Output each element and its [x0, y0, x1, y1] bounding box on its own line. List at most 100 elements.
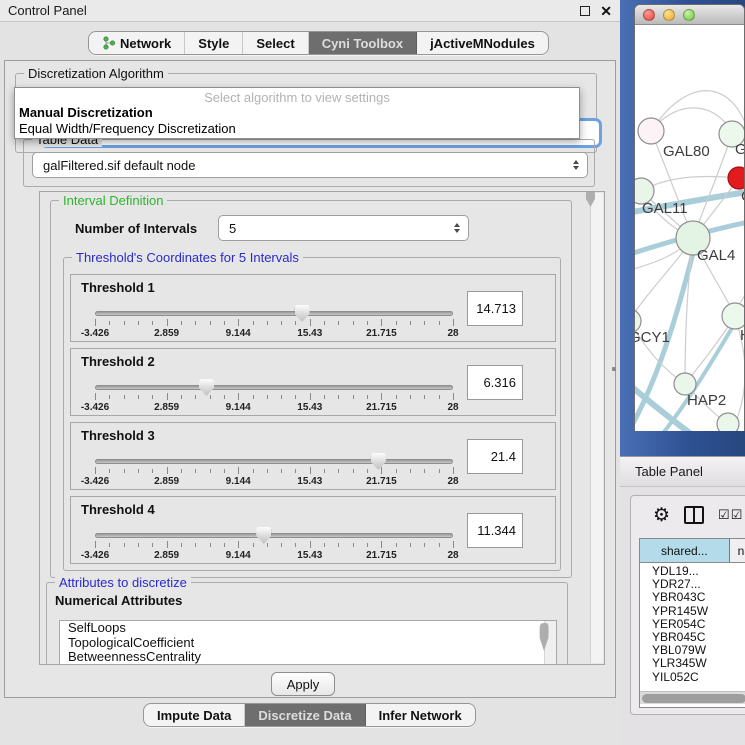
network-graph-canvas[interactable]: GAL80GACGAL11GAL4GCY1HHAP2: [635, 25, 745, 431]
cell-shared-name: YPR145W: [640, 604, 736, 617]
threshold-slider[interactable]: -3.4262.8599.14415.4321.71528: [95, 382, 453, 408]
attributes-group-title: Attributes to discretize: [55, 575, 191, 590]
slider-ticks: [95, 319, 453, 327]
table-data-combobox[interactable]: galFiltered.sif default node: [32, 152, 588, 178]
slider-tick-labels: -3.4262.8599.14415.4321.71528: [95, 402, 453, 414]
slider-ticks: [95, 393, 453, 401]
mac-zoom-icon[interactable]: [683, 9, 695, 21]
cell-name: YIL0: [736, 670, 745, 683]
tab-network[interactable]: Network: [89, 32, 185, 54]
thresholds-coordinates-group-title: Threshold's Coordinates for 5 Intervals: [72, 250, 303, 265]
float-window-icon[interactable]: [580, 6, 590, 16]
tab-select[interactable]: Select: [243, 32, 308, 54]
network-node[interactable]: [728, 167, 745, 189]
tab-infer-network[interactable]: Infer Network: [366, 704, 475, 726]
tab-jactivemnodules[interactable]: jActiveMNodules: [417, 32, 548, 54]
table-row[interactable]: YBR045CYBR0: [640, 630, 745, 643]
table-row[interactable]: YER054CYER0: [640, 617, 745, 630]
table-panel-toolbar: ⚙ ☑☑: [631, 496, 745, 534]
tick-label: 28: [447, 476, 458, 487]
algorithm-popup-hint: Select algorithm to view settings: [15, 88, 579, 105]
settings-vertical-scrollbar[interactable]: [590, 193, 603, 663]
cell-shared-name: YBR043C: [640, 590, 736, 603]
tick-label: 21.715: [366, 476, 397, 487]
attribute-list-item[interactable]: TopologicalCoefficient: [60, 636, 556, 651]
tab-label: Select: [256, 36, 294, 51]
mac-minimize-icon[interactable]: [663, 9, 675, 21]
network-node-label: GA: [735, 141, 745, 158]
threshold-value-field[interactable]: 14.713: [467, 291, 523, 326]
tab-label: Impute Data: [157, 708, 231, 723]
tick-label: 9.144: [226, 328, 251, 339]
slider-track[interactable]: [95, 311, 453, 316]
column-header-shared-name[interactable]: shared...: [640, 539, 730, 562]
network-node[interactable]: [638, 118, 664, 144]
table-panel: ⚙ ☑☑ shared... na YDL19...YDL1YDR27...YD…: [620, 488, 745, 745]
number-of-intervals-value: 5: [229, 221, 236, 236]
network-node-label: H: [740, 327, 745, 344]
table-row[interactable]: YIL052CYIL0: [640, 670, 745, 683]
table-row[interactable]: YPR145WYPR1: [640, 604, 745, 617]
threshold-slider[interactable]: -3.4262.8599.14415.4321.71528: [95, 308, 453, 334]
cell-shared-name: YDL19...: [640, 564, 736, 577]
thresholds-coordinates-group: Threshold's Coordinates for 5 Intervals …: [63, 257, 561, 571]
table-data-selected-value: galFiltered.sif default node: [43, 158, 195, 173]
cell-shared-name: YDR27...: [640, 577, 736, 590]
gear-icon[interactable]: ⚙: [653, 506, 670, 525]
cell-shared-name: YBL079W: [640, 643, 736, 656]
table-row[interactable]: YLR345WYLR3: [640, 656, 745, 669]
apply-button[interactable]: Apply: [271, 672, 335, 696]
mac-close-icon[interactable]: [643, 9, 655, 21]
column-header-name[interactable]: na: [730, 539, 745, 562]
attribute-list-item[interactable]: SelfLoops: [60, 621, 556, 636]
number-of-intervals-combobox[interactable]: 5: [218, 215, 469, 241]
threshold-value-field[interactable]: 11.344: [467, 513, 523, 548]
checkbox-icons[interactable]: ☑☑: [718, 507, 743, 523]
cyni-toolbox-panel: Discretization Algorithm Select algorith…: [4, 60, 616, 698]
slider-track[interactable]: [95, 533, 453, 538]
threshold-1-box: Threshold 1-3.4262.8599.14415.4321.71528…: [70, 274, 556, 342]
attribute-list-item[interactable]: BetweennessCentrality: [60, 650, 556, 665]
table-panel-titlebar: Table Panel: [620, 456, 745, 487]
cell-shared-name: YER054C: [640, 617, 736, 630]
splitpane-handle[interactable]: [612, 367, 616, 371]
table-row[interactable]: YBR043CYBR0: [640, 590, 745, 603]
network-node[interactable]: [722, 303, 745, 329]
split-columns-icon[interactable]: [684, 506, 704, 524]
tick-label: 15.43: [297, 476, 322, 487]
node-table: shared... na YDL19...YDL1YDR27...YDR2YBR…: [639, 538, 745, 708]
network-node-label: GAL4: [697, 247, 735, 264]
tab-impute-data[interactable]: Impute Data: [144, 704, 245, 726]
slider-track[interactable]: [95, 385, 453, 390]
close-icon[interactable]: ✕: [600, 6, 612, 16]
cell-name: YDL1: [736, 564, 745, 577]
cyni-bottom-tabbar: Impute Data Discretize DataInfer Network: [143, 703, 476, 727]
table-row[interactable]: YBL079WYBL0: [640, 643, 745, 656]
tab-discretize-data[interactable]: Discretize Data: [245, 704, 365, 726]
table-horizontal-scrollbar[interactable]: [640, 691, 745, 704]
threshold-value-field[interactable]: 6.316: [467, 365, 523, 400]
numerical-attributes-list: SelfLoopsTopologicalCoefficientBetweenne…: [59, 620, 557, 665]
tick-label: 2.859: [154, 402, 179, 413]
threshold-3-box: Threshold 3-3.4262.8599.14415.4321.71528…: [70, 422, 556, 490]
node-table-header: shared... na: [640, 539, 745, 563]
tick-label: 9.144: [226, 550, 251, 561]
algorithm-option-manual[interactable]: Manual Discretization: [15, 105, 579, 121]
slider-track[interactable]: [95, 459, 453, 464]
tab-style[interactable]: Style: [185, 32, 243, 54]
network-node[interactable]: [717, 413, 739, 431]
algorithm-option-equal-width[interactable]: Equal Width/Frequency Discretization: [15, 121, 579, 137]
table-row[interactable]: YDL19...YDL1: [640, 564, 745, 577]
tick-label: -3.426: [81, 402, 109, 413]
table-row[interactable]: YDR27...YDR2: [640, 577, 745, 590]
network-icon: [102, 36, 115, 50]
attributes-list-scrollbar[interactable]: [544, 621, 556, 665]
slider-tick-labels: -3.4262.8599.14415.4321.71528: [95, 328, 453, 340]
tab-cyni-toolbox[interactable]: Cyni Toolbox: [309, 32, 417, 54]
network-window-titlebar[interactable]: [635, 5, 744, 25]
threshold-slider[interactable]: -3.4262.8599.14415.4321.71528: [95, 456, 453, 482]
threshold-slider[interactable]: -3.4262.8599.14415.4321.71528: [95, 530, 453, 556]
tick-label: 21.715: [366, 328, 397, 339]
threshold-label: Threshold 2: [81, 354, 155, 369]
threshold-value-field[interactable]: 21.4: [467, 439, 523, 474]
